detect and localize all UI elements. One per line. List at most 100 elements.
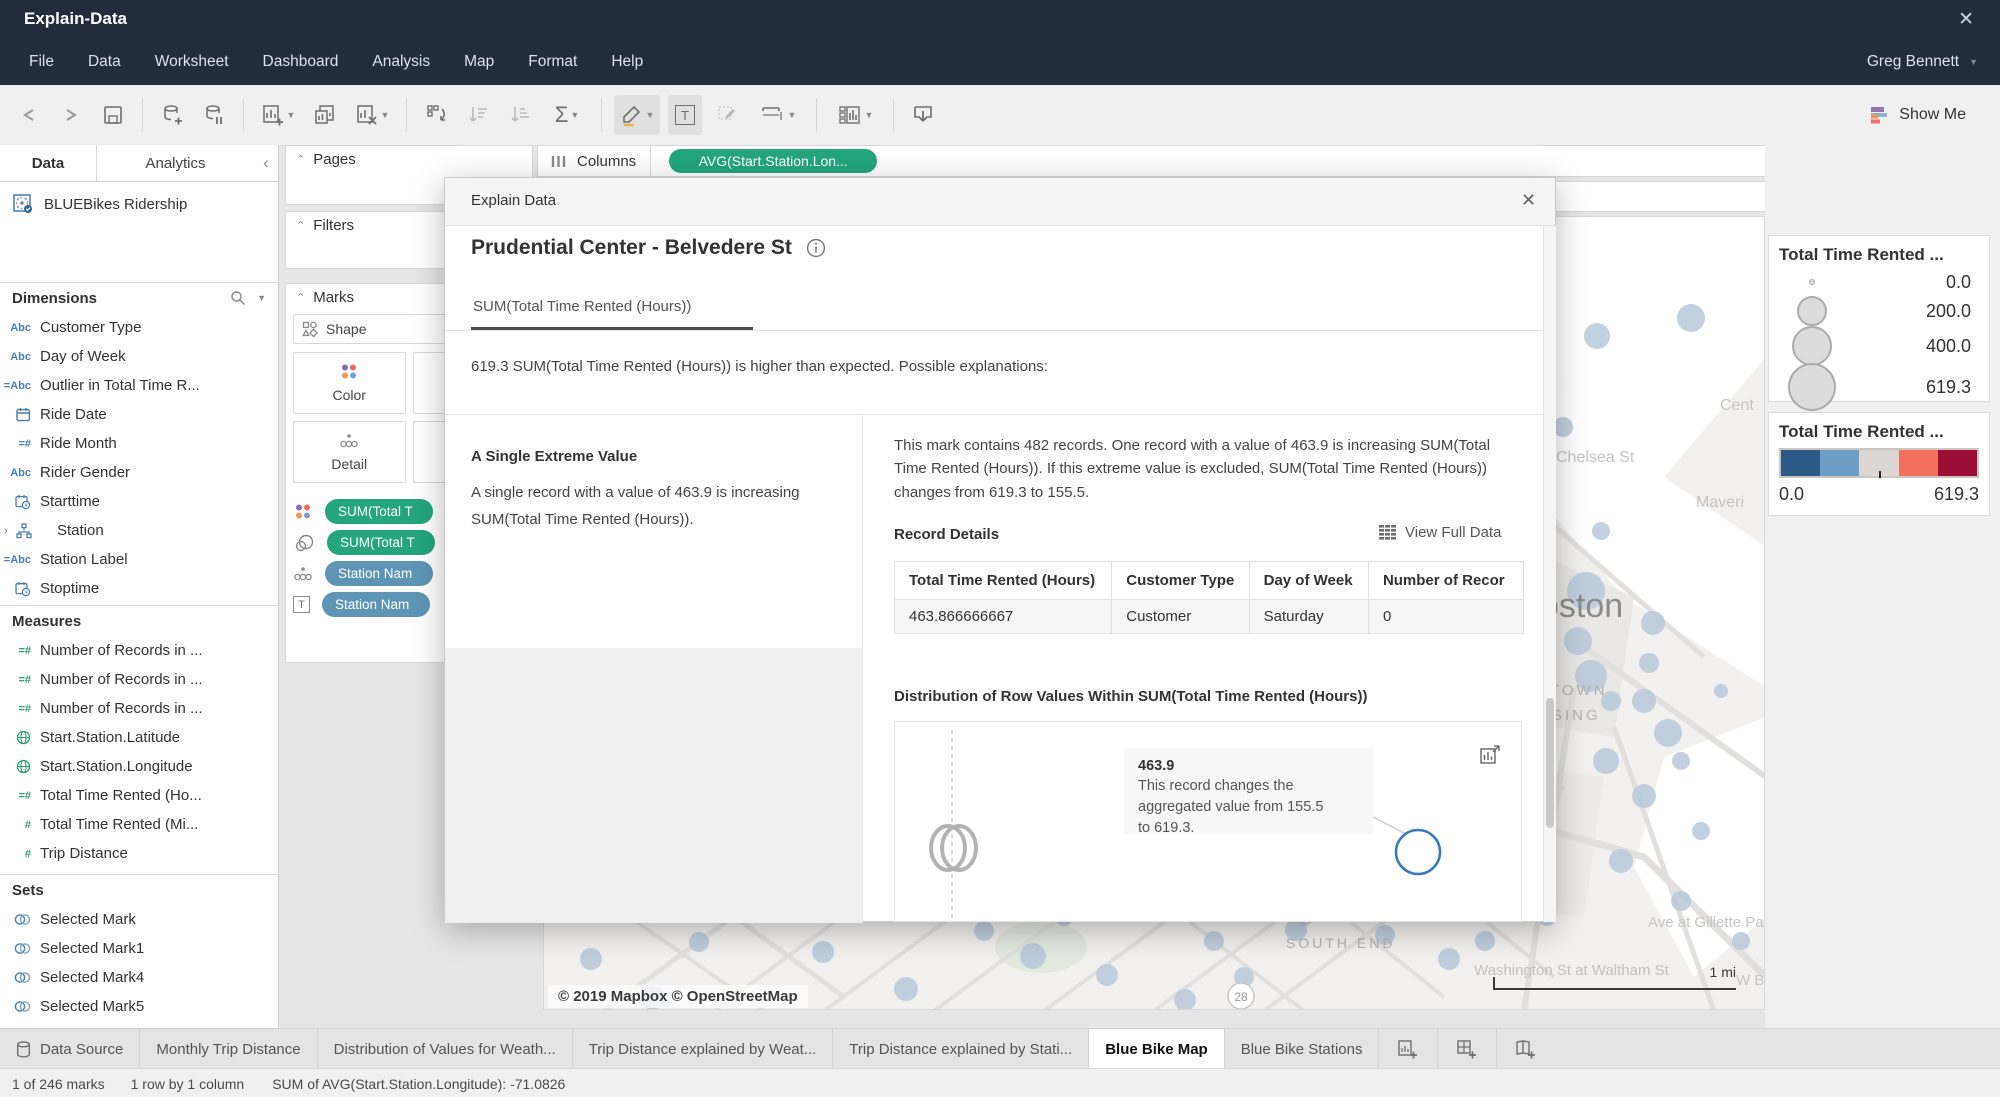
size-legend[interactable]: Total Time Rented ... 0.0 200.0 400.0 61… [1768, 235, 1990, 402]
save-button[interactable] [96, 95, 130, 135]
explanation-card[interactable]: A Single Extreme Value A single record w… [445, 415, 862, 648]
new-dashboard-tab-icon[interactable] [1438, 1029, 1497, 1069]
popout-chart-icon[interactable] [1479, 744, 1502, 767]
distribution-title: Distribution of Row Values Within SUM(To… [894, 688, 1367, 705]
dialog-scrollbar[interactable] [1543, 226, 1556, 922]
user-name: Greg Bennett [1867, 53, 1959, 71]
set-item[interactable]: Selected Mark5 [0, 992, 278, 1021]
search-icon[interactable] [229, 289, 247, 307]
menu-data[interactable]: Data [71, 38, 138, 85]
show-me-button[interactable]: Show Me [1867, 104, 2000, 126]
dimension-item[interactable]: ›Station [0, 516, 278, 545]
new-worksheet-button[interactable]: ▼ [256, 95, 300, 135]
undo-button[interactable] [12, 95, 46, 135]
extreme-record-mark[interactable] [1396, 830, 1440, 874]
geo-field-icon [0, 759, 40, 774]
text-label-button[interactable]: T [668, 95, 702, 135]
dimension-item[interactable]: =#Ride Month [0, 429, 278, 458]
datasource-icon [12, 193, 34, 215]
pause-updates-button[interactable] [197, 95, 231, 135]
color-legend[interactable]: Total Time Rented ... 0.0 619.3 [1768, 412, 1990, 516]
redo-button[interactable] [54, 95, 88, 135]
columns-pill[interactable]: AVG(Start.Station.Lon... [669, 149, 877, 173]
marks-pill[interactable]: Station Nam [322, 592, 430, 617]
tab-data[interactable]: Data [0, 145, 97, 181]
distribution-chart[interactable]: 463.9 This record changes the aggregated… [894, 721, 1522, 922]
set-item[interactable]: Selected Mark [0, 905, 278, 934]
detail-button[interactable]: Detail [293, 421, 406, 483]
menu-worksheet[interactable]: Worksheet [138, 38, 246, 85]
menu-analysis[interactable]: Analysis [355, 38, 447, 85]
info-icon[interactable] [806, 238, 826, 258]
measure-item[interactable]: =#Number of Records in ... [0, 665, 278, 694]
pane-menu-icon[interactable]: ▼ [257, 293, 266, 303]
measure-item[interactable]: Start.Station.Longitude [0, 752, 278, 781]
annotation-value: 463.9 [1138, 758, 1174, 774]
set-icon [0, 999, 40, 1014]
new-worksheet-tab-icon[interactable] [1379, 1029, 1438, 1069]
window-close-icon[interactable]: ✕ [1958, 8, 2000, 31]
collapse-pane-icon[interactable]: ‹ [254, 145, 278, 181]
sort-ascending-button[interactable] [461, 95, 495, 135]
marks-pill[interactable]: SUM(Total T [325, 499, 433, 524]
sheet-tab[interactable]: Trip Distance explained by Stati... [833, 1029, 1089, 1069]
totals-button[interactable]: Σ▼ [545, 95, 589, 135]
highlight-button[interactable]: ▼ [614, 95, 660, 135]
dimension-item[interactable]: =AbcOutlier in Total Time R... [0, 371, 278, 400]
dimension-item[interactable]: =AbcStation Label [0, 545, 278, 574]
dimension-item[interactable]: Stoptime [0, 574, 278, 603]
fit-width-button[interactable]: ▼ [752, 95, 804, 135]
expander-icon[interactable]: › [0, 525, 16, 537]
dimension-item[interactable]: Ride Date [0, 400, 278, 429]
dimension-item[interactable]: AbcDay of Week [0, 342, 278, 371]
measure-item[interactable]: =#Number of Records in ... [0, 694, 278, 723]
sheet-tab[interactable]: Blue Bike Stations [1225, 1029, 1380, 1069]
sheet-tab[interactable]: Distribution of Values for Weath... [318, 1029, 573, 1069]
show-hide-cards-button[interactable]: ▼ [829, 95, 881, 135]
size-legend-circle [1788, 363, 1836, 411]
sheet-tab[interactable]: Monthly Trip Distance [140, 1029, 317, 1069]
data-pane: Data Analytics ‹ BLUEBikes Ridership Dim… [0, 145, 279, 1028]
measure-item[interactable]: Start.Station.Latitude [0, 723, 278, 752]
marks-pill[interactable]: SUM(Total T [327, 530, 435, 555]
menu-help[interactable]: Help [594, 38, 660, 85]
user-menu[interactable]: Greg Bennett ▼ [1867, 53, 2000, 71]
dimension-item[interactable]: AbcCustomer Type [0, 313, 278, 342]
view-full-data-link[interactable]: View Full Data [1379, 524, 1501, 541]
scrollbar-thumb[interactable] [1546, 698, 1554, 828]
duplicate-sheet-button[interactable] [308, 95, 342, 135]
measure-item[interactable]: =#Total Time Rented (Ho... [0, 781, 278, 810]
color-legend-ramp [1779, 448, 1979, 478]
shape-mark-icon [302, 321, 318, 337]
set-item[interactable]: Selected Mark1 [0, 934, 278, 963]
date-field-icon [0, 407, 40, 422]
dialog-tab[interactable]: SUM(Total Time Rented (Hours)) [473, 298, 691, 315]
status-marks: 1 of 246 marks [0, 1076, 105, 1092]
datasource-item[interactable]: BLUEBikes Ridership [0, 182, 278, 226]
swap-rows-columns-button[interactable] [419, 95, 453, 135]
window-title: Explain-Data [0, 9, 127, 29]
menu-format[interactable]: Format [511, 38, 594, 85]
presentation-mode-button[interactable] [906, 95, 940, 135]
tab-analytics[interactable]: Analytics [97, 145, 254, 181]
new-story-tab-icon[interactable] [1497, 1029, 1555, 1069]
color-button[interactable]: Color [293, 352, 406, 414]
menu-file[interactable]: File [12, 38, 71, 85]
sort-descending-button[interactable] [503, 95, 537, 135]
measure-item[interactable]: =#Number of Records in ... [0, 636, 278, 665]
clear-sheet-button[interactable]: ▼ [350, 95, 394, 135]
sheet-tab-active[interactable]: Blue Bike Map [1089, 1029, 1225, 1069]
measure-item[interactable]: #Total Time Rented (Mi... [0, 810, 278, 839]
marks-pill[interactable]: Station Nam [325, 561, 433, 586]
set-item[interactable]: Selected Mark4 [0, 963, 278, 992]
sheet-tab[interactable]: Trip Distance explained by Weat... [573, 1029, 834, 1069]
menu-dashboard[interactable]: Dashboard [246, 38, 356, 85]
new-data-source-button[interactable] [155, 95, 189, 135]
measure-item[interactable]: #Trip Distance [0, 839, 278, 868]
dimension-item[interactable]: Starttime [0, 487, 278, 516]
tab-data-source[interactable]: Data Source [0, 1029, 140, 1069]
menu-map[interactable]: Map [447, 38, 511, 85]
dimension-item[interactable]: AbcRider Gender [0, 458, 278, 487]
format-brush-button[interactable] [710, 95, 744, 135]
dialog-close-icon[interactable]: ✕ [1521, 190, 1536, 211]
